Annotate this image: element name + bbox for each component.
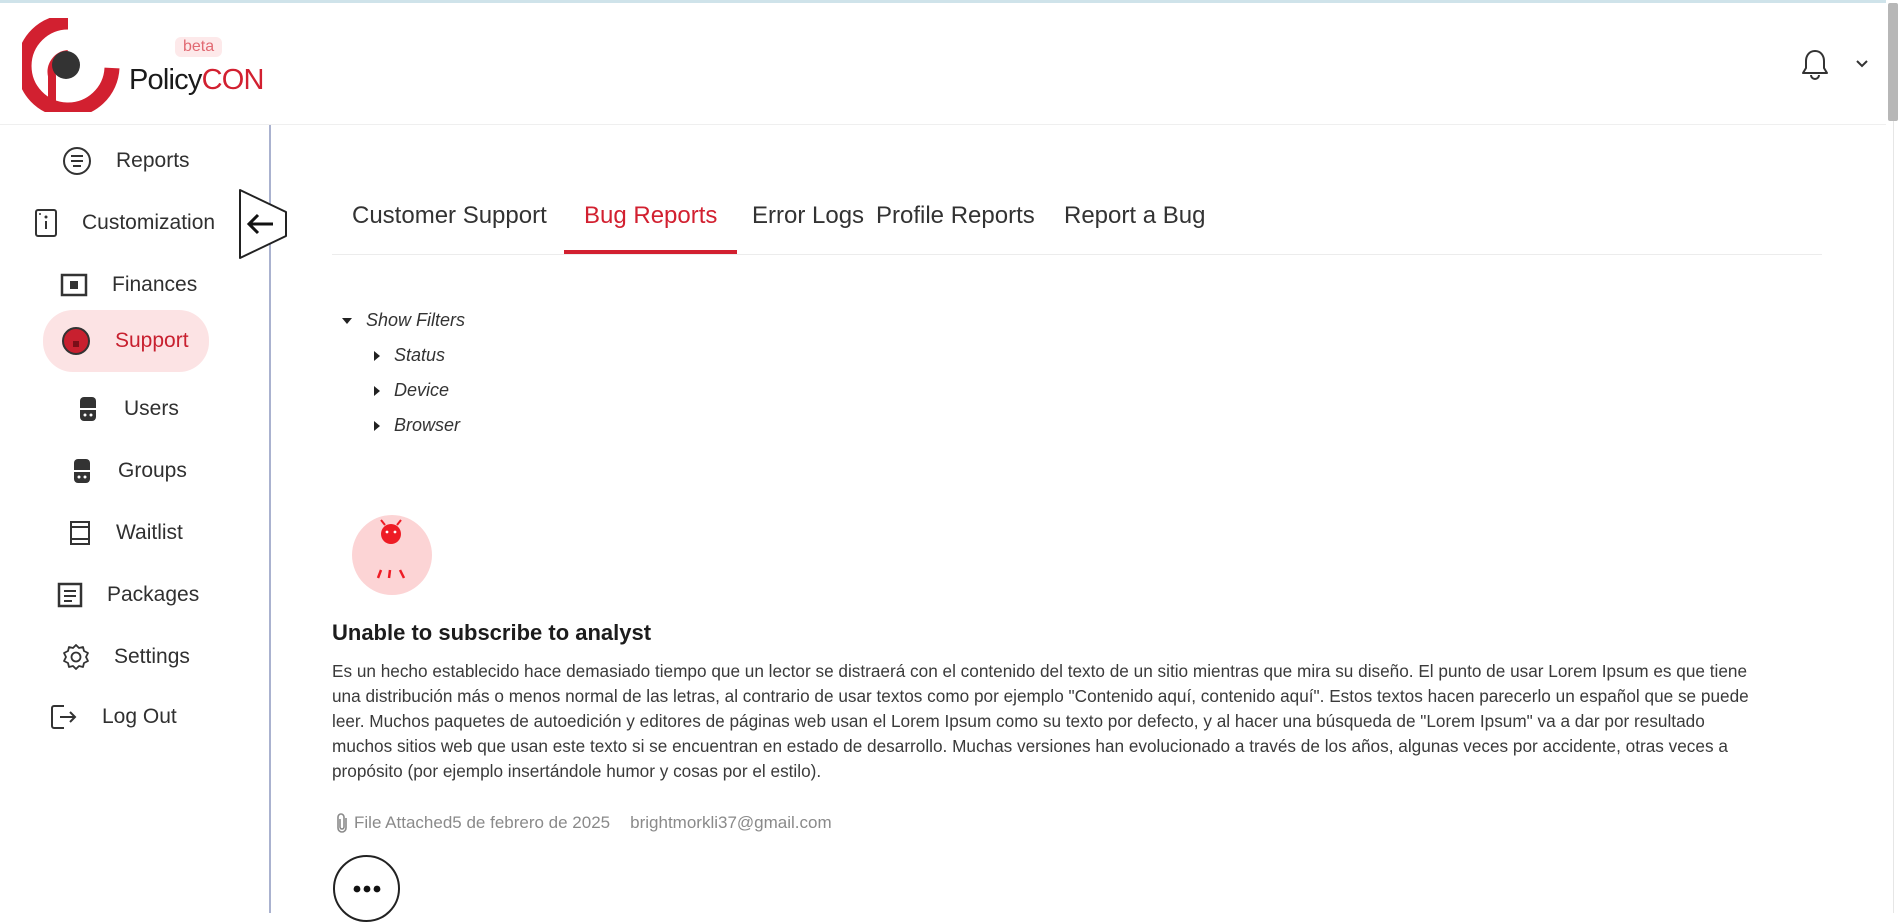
document-icon (57, 582, 83, 608)
tab-customer-support[interactable]: Customer Support (332, 195, 567, 254)
sidebar-item-support[interactable]: Support (43, 310, 209, 372)
sidebar-item-label: Waitlist (116, 521, 183, 544)
filter-label: Status (394, 345, 446, 365)
logout-icon (51, 705, 77, 729)
sidebar-item-finances[interactable]: Finances (60, 263, 197, 307)
sidebar-item-customization[interactable]: Customization (34, 201, 215, 245)
filter-device[interactable]: Device (374, 380, 449, 401)
caret-right-icon (374, 420, 380, 431)
wallet-icon (60, 273, 88, 297)
sidebar-item-label: Reports (116, 149, 190, 172)
sidebar-item-label: Support (115, 329, 189, 352)
sidebar-item-label: Log Out (102, 705, 177, 728)
sidebar-item-users[interactable]: Users (76, 387, 179, 431)
reporter-email: brightmorkli37@gmail.com (630, 813, 832, 832)
beta-badge: beta (175, 37, 223, 57)
attachment-label[interactable]: File Attached (354, 813, 452, 833)
sidebar-item-label: Users (124, 397, 179, 420)
scrollbar-thumb[interactable] (1888, 3, 1898, 121)
policycon-logo-mark (16, 14, 120, 118)
sidebar-item-reports[interactable]: Reports (62, 139, 190, 183)
groups-icon (74, 459, 90, 483)
report-date: 5 de febrero de 2025 (452, 813, 611, 832)
scrollbar-track (1893, 121, 1894, 913)
bug-icon (376, 519, 406, 579)
report-avatar (352, 515, 432, 595)
support-icon (62, 327, 90, 355)
sidebar-collapse-button[interactable] (237, 188, 289, 260)
filter-label: Browser (394, 415, 461, 435)
show-filters-toggle[interactable]: Show Filters (342, 310, 465, 331)
caret-down-icon (342, 317, 352, 324)
tab-bug-reports[interactable]: Bug Reports (564, 195, 738, 254)
report-meta: File Attached 5 de febrero de 2025 brigh… (334, 812, 832, 834)
more-options-button[interactable] (333, 855, 400, 922)
tab-report-a-bug[interactable]: Report a Bug (1044, 195, 1225, 254)
more-dots-icon (353, 885, 380, 892)
logo[interactable]: PolicyCON beta (16, 14, 264, 118)
logo-text-primary: Policy (129, 64, 202, 96)
report-description: Es un hecho establecido hace demasiado t… (332, 661, 1749, 781)
logo-text-accent: CON (201, 64, 265, 96)
caret-right-icon (374, 385, 380, 396)
filter-label: Device (394, 380, 450, 400)
sidebar: Reports Customization Finances Support U… (0, 125, 270, 913)
app-header: PolicyCON beta (0, 3, 1886, 125)
report-title: Unable to subscribe to analyst (332, 620, 652, 645)
report-tabs: Customer Support Bug Reports Error Logs … (332, 195, 1822, 255)
sidebar-item-label: Settings (114, 645, 190, 668)
caret-right-icon (374, 350, 380, 361)
sidebar-item-logout[interactable]: Log Out (48, 695, 177, 739)
list-circle-icon (63, 147, 91, 175)
book-icon (70, 521, 90, 545)
sidebar-item-groups[interactable]: Groups (70, 449, 187, 493)
page-scrollbar[interactable] (1886, 0, 1900, 913)
sidebar-item-settings[interactable]: Settings (62, 635, 190, 679)
sidebar-item-packages[interactable]: Packages (57, 573, 199, 617)
show-filters-label: Show Filters (366, 310, 466, 330)
users-icon (80, 397, 96, 421)
chevron-down-icon[interactable] (1854, 55, 1870, 71)
sidebar-item-label: Finances (112, 273, 198, 296)
sidebar-item-waitlist[interactable]: Waitlist (68, 511, 183, 555)
paperclip-icon[interactable] (334, 812, 350, 834)
card-icon (35, 209, 57, 237)
filter-status[interactable]: Status (374, 345, 445, 366)
tab-profile-reports[interactable]: Profile Reports (856, 195, 1055, 254)
sidebar-item-label: Groups (118, 459, 187, 482)
bell-icon[interactable] (1800, 48, 1830, 80)
logo-text: PolicyCON (129, 64, 264, 97)
filter-browser[interactable]: Browser (374, 415, 460, 436)
gear-icon (63, 644, 89, 670)
sidebar-item-label: Packages (107, 583, 200, 606)
sidebar-item-label: Customization (82, 211, 216, 234)
